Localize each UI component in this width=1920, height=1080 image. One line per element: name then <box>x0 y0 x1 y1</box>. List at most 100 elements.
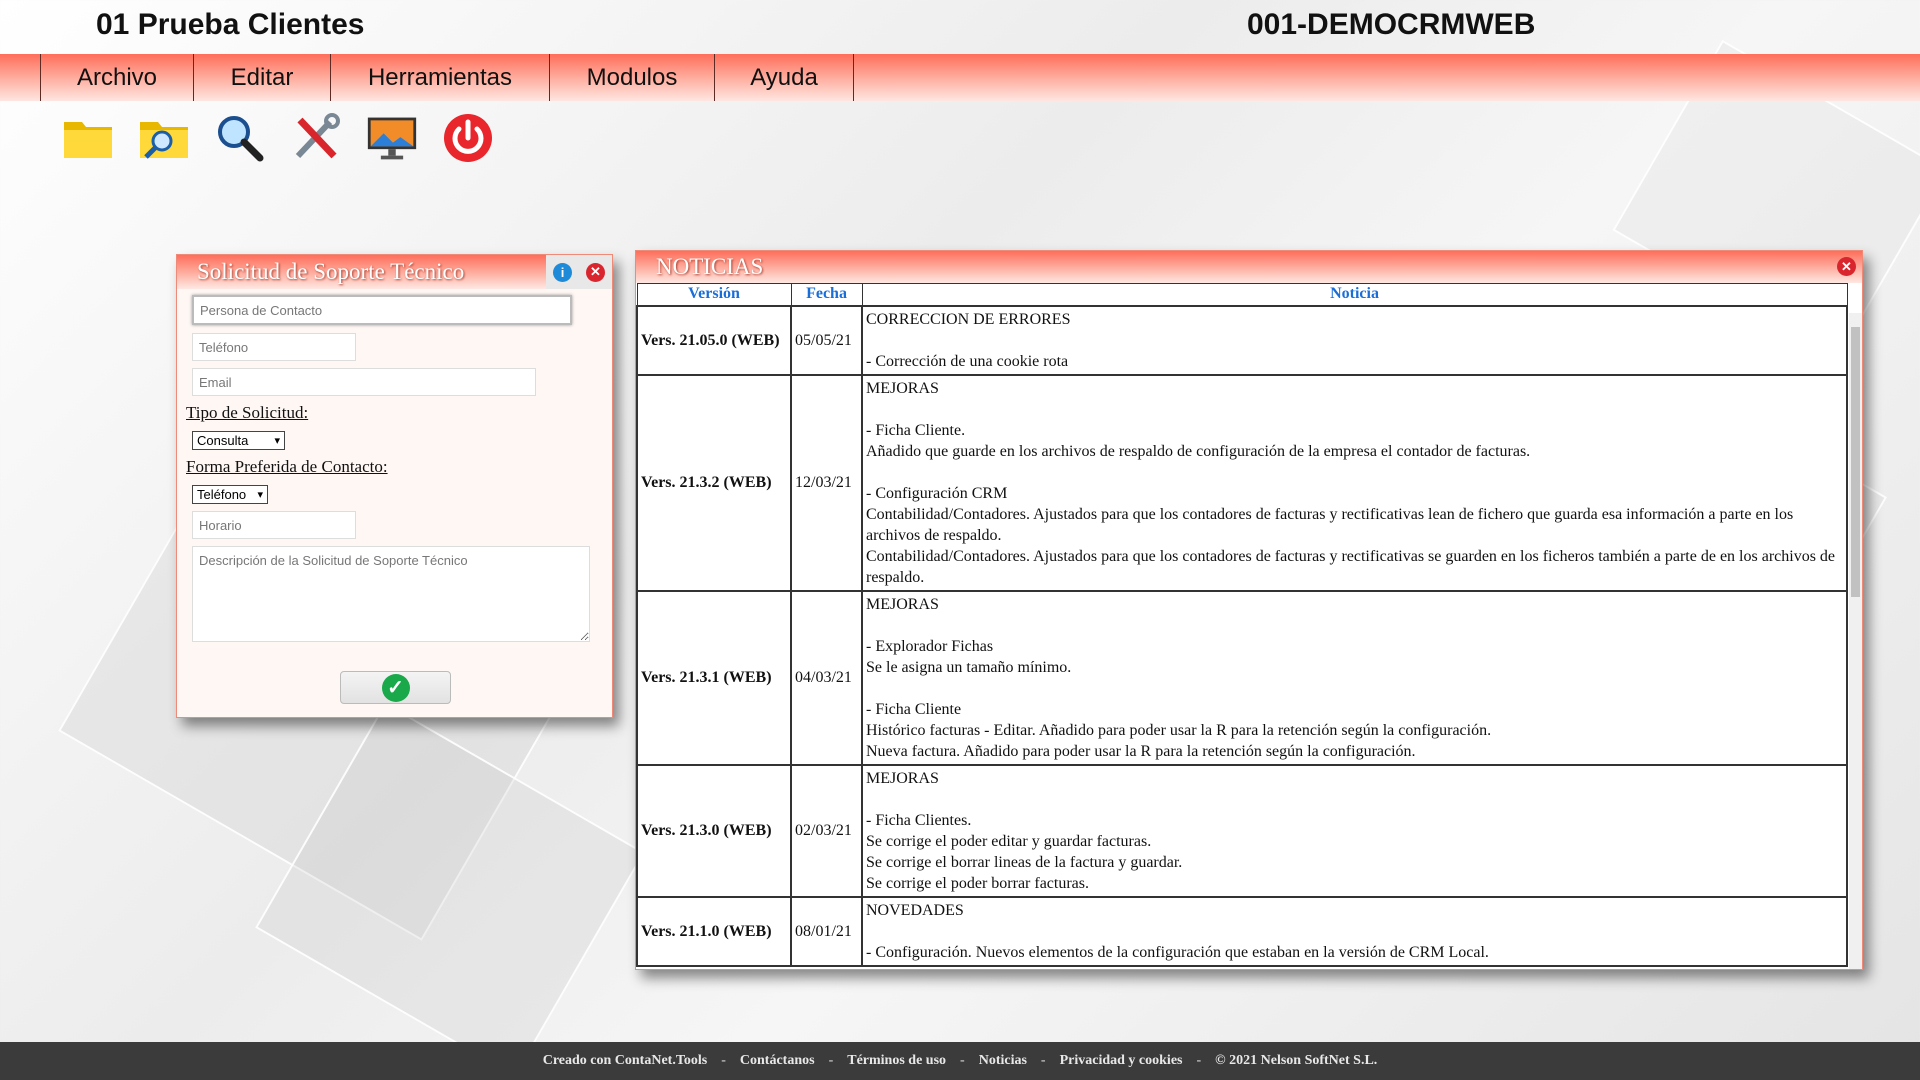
footer-separator: - <box>1040 1053 1046 1068</box>
version-cell: Vers. 21.05.0 (WEB) <box>636 304 792 376</box>
contact-preference-label: Forma Preferida de Contacto: <box>186 457 388 476</box>
contact-person-input[interactable] <box>192 295 572 325</box>
menu-herramientas[interactable]: Herramientas <box>330 54 549 101</box>
folder-icon[interactable] <box>62 112 114 164</box>
footer-news-link[interactable]: Noticias <box>979 1053 1027 1069</box>
email-input[interactable] <box>192 368 536 396</box>
news-line: - Configuración. Nuevos elementos de la … <box>866 943 1489 961</box>
news-text-cell: MEJORAS - Ficha Clientes. Se corrige el p… <box>861 763 1848 898</box>
date-cell: 08/01/21 <box>790 895 863 967</box>
column-header-version: Versión <box>636 283 792 306</box>
date-cell: 04/03/21 <box>790 589 863 766</box>
news-line <box>866 399 1843 420</box>
footer-created-with[interactable]: Creado con ContaNet.Tools <box>543 1053 708 1069</box>
close-icon[interactable]: ✕ <box>1837 257 1856 276</box>
monitor-icon[interactable] <box>366 112 418 164</box>
news-line: - Ficha Clientes. <box>866 811 972 829</box>
news-line: - Ficha Cliente <box>866 700 962 718</box>
dialog-header: Solicitud de Soporte Técnico i ✕ <box>177 255 612 289</box>
news-window: NOTICIAS ✕ Versión Fecha Noticia Vers. 2… <box>635 250 1863 970</box>
news-text-cell: CORRECCION DE ERRORES - Corrección de un… <box>861 304 1848 376</box>
footer-separator: - <box>828 1053 834 1068</box>
news-title: NOTICIAS <box>656 254 764 279</box>
footer-contact-link[interactable]: Contáctanos <box>740 1053 815 1069</box>
news-header: NOTICIAS ✕ <box>636 251 1862 283</box>
news-line: Se corrige el poder borrar facturas. <box>866 874 1089 892</box>
table-row: Vers. 21.3.2 (WEB) 12/03/21 MEJORAS - Fich… <box>636 373 1848 592</box>
description-textarea[interactable] <box>192 546 590 642</box>
menu-archivo[interactable]: Archivo <box>40 54 193 101</box>
phone-input[interactable] <box>192 333 356 361</box>
app-title: 01 Prueba Clientes <box>96 8 365 41</box>
request-type-value: Consulta <box>197 433 249 448</box>
footer-separator: - <box>721 1053 726 1068</box>
news-line <box>866 330 1843 351</box>
news-line: CORRECCION DE ERRORES <box>866 310 1071 328</box>
info-icon[interactable]: i <box>553 262 572 282</box>
column-header-news: Noticia <box>861 283 1848 306</box>
news-line: Se corrige el borrar lineas de la factur… <box>866 853 1183 871</box>
submit-button[interactable]: ✓ <box>340 671 451 704</box>
news-line: MEJORAS <box>866 769 939 787</box>
news-text-cell: NOVEDADES - Configuración. Nuevos elemen… <box>861 895 1848 967</box>
news-line: Añadido que guarde en los archivos de re… <box>866 442 1531 460</box>
menu-modulos[interactable]: Modulos <box>549 54 714 101</box>
tools-icon[interactable] <box>290 112 342 164</box>
table-row: Vers. 21.3.1 (WEB) 04/03/21 MEJORAS - Expl… <box>636 589 1848 766</box>
magnifier-icon[interactable] <box>214 112 266 164</box>
footer: Creado con ContaNet.Tools - Contáctanos … <box>0 1042 1920 1080</box>
version-cell: Vers. 21.3.2 (WEB) <box>636 373 792 592</box>
chevron-down-icon: ▾ <box>274 435 280 447</box>
chevron-down-icon: ▾ <box>257 489 263 501</box>
version-cell: Vers. 21.3.0 (WEB) <box>636 763 792 898</box>
request-type-select[interactable]: Consulta ▾ <box>192 431 285 450</box>
request-type-label: Tipo de Solicitud: <box>186 403 309 422</box>
contact-preference-value: Teléfono <box>197 487 247 502</box>
news-text-cell: MEJORAS - Ficha Cliente. Añadido que guar… <box>861 373 1848 592</box>
news-line: - Ficha Cliente. <box>866 421 966 439</box>
news-line <box>866 615 1843 636</box>
date-cell: 02/03/21 <box>790 763 863 898</box>
menu-ayuda[interactable]: Ayuda <box>714 54 854 101</box>
footer-separator: - <box>1196 1053 1202 1068</box>
news-line <box>866 921 1843 942</box>
menu-editar[interactable]: Editar <box>193 54 330 101</box>
news-line: Histórico facturas - Editar. Añadido par… <box>866 721 1492 739</box>
folder-search-icon[interactable] <box>138 112 190 164</box>
news-line: - Corrección de una cookie rota <box>866 352 1069 370</box>
table-row: Vers. 21.1.0 (WEB) 08/01/21 NOVEDADES - Co… <box>636 895 1848 967</box>
news-line <box>866 678 1843 699</box>
check-icon: ✓ <box>381 673 410 702</box>
scrollbar-thumb[interactable] <box>1851 327 1860 597</box>
close-icon[interactable]: ✕ <box>586 262 605 282</box>
footer-terms-link[interactable]: Términos de uso <box>847 1053 946 1069</box>
table-header-row: Versión Fecha Noticia <box>636 283 1848 306</box>
news-line: Se corrige el poder editar y guardar fac… <box>866 832 1152 850</box>
news-table-container: Versión Fecha Noticia Vers. 21.05.0 (WEB… <box>636 283 1862 969</box>
database-title: 001-DEMOCRMWEB <box>1247 8 1536 41</box>
news-line: Se le asigna un tamaño mínimo. <box>866 658 1072 676</box>
vertical-scrollbar[interactable] <box>1849 313 1862 969</box>
news-line: Nueva factura. Añadido para poder usar l… <box>866 742 1416 760</box>
news-line: Contabilidad/Contadores. Ajustados para … <box>866 547 1840 586</box>
dialog-header-buttons: i ✕ <box>546 255 612 289</box>
news-line: NOVEDADES <box>866 901 964 919</box>
dialog-title: Solicitud de Soporte Técnico <box>197 259 465 284</box>
power-icon[interactable] <box>442 112 494 164</box>
table-row: Vers. 21.05.0 (WEB) 05/05/21 CORRECCION DE… <box>636 304 1848 376</box>
news-line: MEJORAS <box>866 595 939 613</box>
date-cell: 05/05/21 <box>790 304 863 376</box>
table-row: Vers. 21.3.0 (WEB) 02/03/21 MEJORAS - Fich… <box>636 763 1848 898</box>
schedule-input[interactable] <box>192 511 356 539</box>
news-line: - Configuración CRM <box>866 484 1008 502</box>
contact-preference-select[interactable]: Teléfono ▾ <box>192 485 268 504</box>
news-line <box>866 789 1843 810</box>
footer-copyright: © 2021 Nelson SoftNet S.L. <box>1215 1053 1378 1068</box>
version-cell: Vers. 21.3.1 (WEB) <box>636 589 792 766</box>
column-header-date: Fecha <box>790 283 863 306</box>
news-text-cell: MEJORAS - Explorador Fichas Se le asigna … <box>861 589 1848 766</box>
footer-privacy-link[interactable]: Privacidad y cookies <box>1060 1053 1183 1069</box>
news-line <box>866 462 1843 483</box>
news-table: Versión Fecha Noticia Vers. 21.05.0 (WEB… <box>636 283 1848 967</box>
date-cell: 12/03/21 <box>790 373 863 592</box>
